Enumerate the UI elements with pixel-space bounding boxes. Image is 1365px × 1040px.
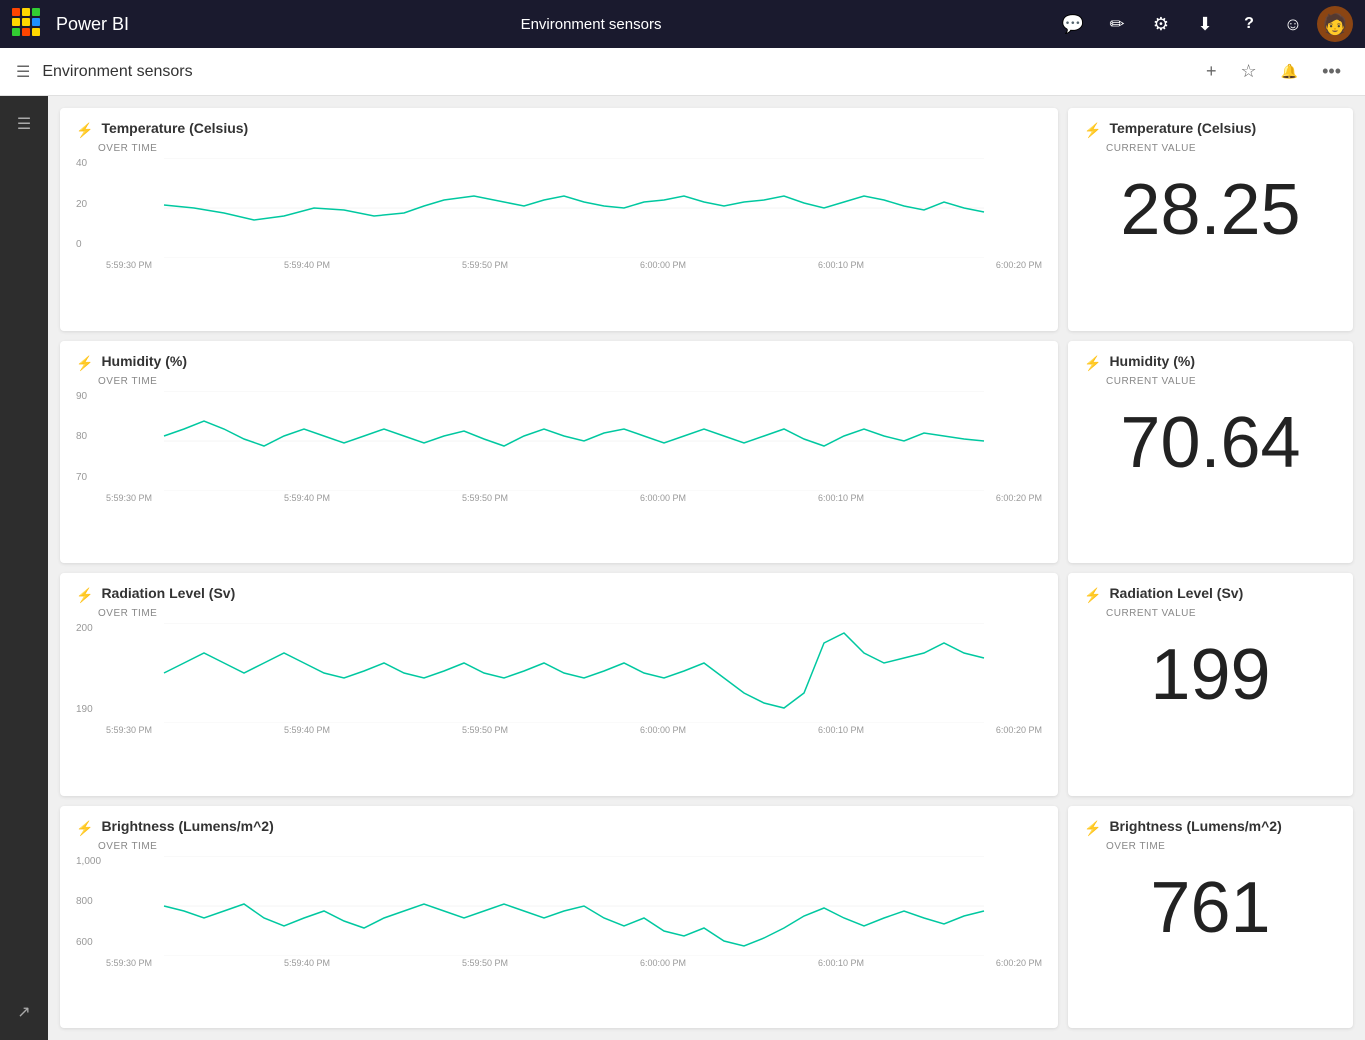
x-axis-labels: 5:59:30 PM 5:59:40 PM 5:59:50 PM 6:00:00… xyxy=(76,958,1042,968)
y-axis-labels: 90 80 70 xyxy=(76,391,106,483)
humidity-over-time-card: ⚡ Humidity (%) OVER TIME 90 80 70 xyxy=(60,341,1058,564)
card-subtitle: OVER TIME xyxy=(1106,841,1337,852)
card-subtitle: CURRENT VALUE xyxy=(1106,608,1337,619)
help-icon[interactable]: ? xyxy=(1229,4,1269,44)
bolt-icon: ⚡ xyxy=(1084,587,1101,604)
humidity-chart xyxy=(106,391,1042,491)
chart-area: 1,000 800 600 5:59:30 PM 5:59:40 PM 5:59 xyxy=(76,856,1042,968)
x-axis-labels: 5:59:30 PM 5:59:40 PM 5:59:50 PM 6:00:00… xyxy=(76,493,1042,503)
radiation-chart xyxy=(106,623,1042,723)
sub-navigation: ☰ Environment sensors + ☆ 🔔 ••• xyxy=(0,48,1365,96)
add-page-button[interactable]: + xyxy=(1198,57,1225,86)
dashboard: ⚡ Temperature (Celsius) OVER TIME 40 20 … xyxy=(48,96,1365,1040)
y-axis-labels: 40 20 0 xyxy=(76,158,106,250)
temperature-current-value-card: ⚡ Temperature (Celsius) CURRENT VALUE 28… xyxy=(1068,108,1353,331)
chart-container xyxy=(106,623,1042,723)
card-title: Humidity (%) xyxy=(101,353,187,369)
brightness-value: 761 xyxy=(1084,872,1337,944)
feedback-icon[interactable]: ☺ xyxy=(1273,4,1313,44)
card-title: Humidity (%) xyxy=(1109,353,1195,369)
chart-area: 200 190 5:59:30 PM 5:59:40 PM 5:59:50 PM… xyxy=(76,623,1042,735)
bolt-icon: ⚡ xyxy=(76,122,93,139)
x-axis-labels: 5:59:30 PM 5:59:40 PM 5:59:50 PM 6:00:00… xyxy=(76,725,1042,735)
nav-title: Environment sensors xyxy=(141,16,1041,33)
subscribe-button[interactable]: 🔔 xyxy=(1273,59,1306,84)
hamburger-menu-icon[interactable]: ☰ xyxy=(16,62,30,82)
card-header: ⚡ Brightness (Lumens/m^2) xyxy=(76,818,1042,837)
temperature-chart xyxy=(106,158,1042,258)
bolt-icon: ⚡ xyxy=(76,820,93,837)
card-subtitle: OVER TIME xyxy=(98,376,1042,387)
humidity-value: 70.64 xyxy=(1084,407,1337,479)
sub-nav-actions: + ☆ 🔔 ••• xyxy=(1198,57,1349,86)
card-header: ⚡ Temperature (Celsius) xyxy=(1084,120,1337,139)
sidebar-bottom-icon[interactable]: ↗ xyxy=(4,992,44,1032)
brightness-chart xyxy=(106,856,1042,956)
chart-area: 40 20 0 5:59:30 PM 5:59:40 PM 5:59:50 PM xyxy=(76,158,1042,270)
nav-icons: 💬 ✏ ⚙ ⬇ ? ☺ 🧑 xyxy=(1053,4,1353,44)
card-title: Temperature (Celsius) xyxy=(101,120,248,136)
bolt-icon: ⚡ xyxy=(76,355,93,372)
sidebar: ☰ ↗ xyxy=(0,96,48,1040)
card-header: ⚡ Radiation Level (Sv) xyxy=(1084,585,1337,604)
sidebar-nav-icon[interactable]: ☰ xyxy=(4,104,44,144)
card-header: ⚡ Humidity (%) xyxy=(1084,353,1337,372)
favorite-button[interactable]: ☆ xyxy=(1233,57,1265,86)
card-title: Temperature (Celsius) xyxy=(1109,120,1256,136)
card-title: Brightness (Lumens/m^2) xyxy=(1109,818,1281,834)
page-title: Environment sensors xyxy=(42,63,1186,81)
radiation-over-time-card: ⚡ Radiation Level (Sv) OVER TIME 200 190 xyxy=(60,573,1058,796)
app-launcher[interactable] xyxy=(12,8,44,40)
card-subtitle: OVER TIME xyxy=(98,143,1042,154)
chart-container xyxy=(106,158,1042,258)
bolt-icon: ⚡ xyxy=(1084,122,1101,139)
radiation-value: 199 xyxy=(1084,639,1337,711)
card-title: Radiation Level (Sv) xyxy=(1109,585,1243,601)
card-header: ⚡ Humidity (%) xyxy=(76,353,1042,372)
card-title: Brightness (Lumens/m^2) xyxy=(101,818,273,834)
settings-icon[interactable]: ⚙ xyxy=(1141,4,1181,44)
main-layout: ☰ ↗ ⚡ Temperature (Celsius) OVER TIME 40… xyxy=(0,96,1365,1040)
bolt-icon: ⚡ xyxy=(1084,355,1101,372)
comment-icon[interactable]: 💬 xyxy=(1053,4,1093,44)
download-icon[interactable]: ⬇ xyxy=(1185,4,1225,44)
bolt-icon: ⚡ xyxy=(76,587,93,604)
temperature-value: 28.25 xyxy=(1084,174,1337,246)
x-axis-labels: 5:59:30 PM 5:59:40 PM 5:59:50 PM 6:00:00… xyxy=(76,260,1042,270)
user-avatar[interactable]: 🧑 xyxy=(1317,6,1353,42)
temperature-over-time-card: ⚡ Temperature (Celsius) OVER TIME 40 20 … xyxy=(60,108,1058,331)
card-subtitle: OVER TIME xyxy=(98,608,1042,619)
brightness-over-time-card: ⚡ Brightness (Lumens/m^2) OVER TIME 1,00… xyxy=(60,806,1058,1029)
brand-name: Power BI xyxy=(56,14,129,35)
card-subtitle: OVER TIME xyxy=(98,841,1042,852)
card-subtitle: CURRENT VALUE xyxy=(1106,376,1337,387)
top-navigation: Power BI Environment sensors 💬 ✏ ⚙ ⬇ ? ☺… xyxy=(0,0,1365,48)
humidity-current-value-card: ⚡ Humidity (%) CURRENT VALUE 70.64 xyxy=(1068,341,1353,564)
y-axis-labels: 1,000 800 600 xyxy=(76,856,106,948)
chart-area: 90 80 70 5:59:30 PM 5:59:40 PM 5:59:50 P xyxy=(76,391,1042,503)
card-header: ⚡ Radiation Level (Sv) xyxy=(76,585,1042,604)
chart-container xyxy=(106,391,1042,491)
more-options-button[interactable]: ••• xyxy=(1314,57,1349,86)
chart-container xyxy=(106,856,1042,956)
card-header: ⚡ Temperature (Celsius) xyxy=(76,120,1042,139)
bolt-icon: ⚡ xyxy=(1084,820,1101,837)
radiation-current-value-card: ⚡ Radiation Level (Sv) CURRENT VALUE 199 xyxy=(1068,573,1353,796)
y-axis-labels: 200 190 xyxy=(76,623,106,715)
card-subtitle: CURRENT VALUE xyxy=(1106,143,1337,154)
card-title: Radiation Level (Sv) xyxy=(101,585,235,601)
edit-icon[interactable]: ✏ xyxy=(1097,4,1137,44)
brightness-current-value-card: ⚡ Brightness (Lumens/m^2) OVER TIME 761 xyxy=(1068,806,1353,1029)
card-header: ⚡ Brightness (Lumens/m^2) xyxy=(1084,818,1337,837)
